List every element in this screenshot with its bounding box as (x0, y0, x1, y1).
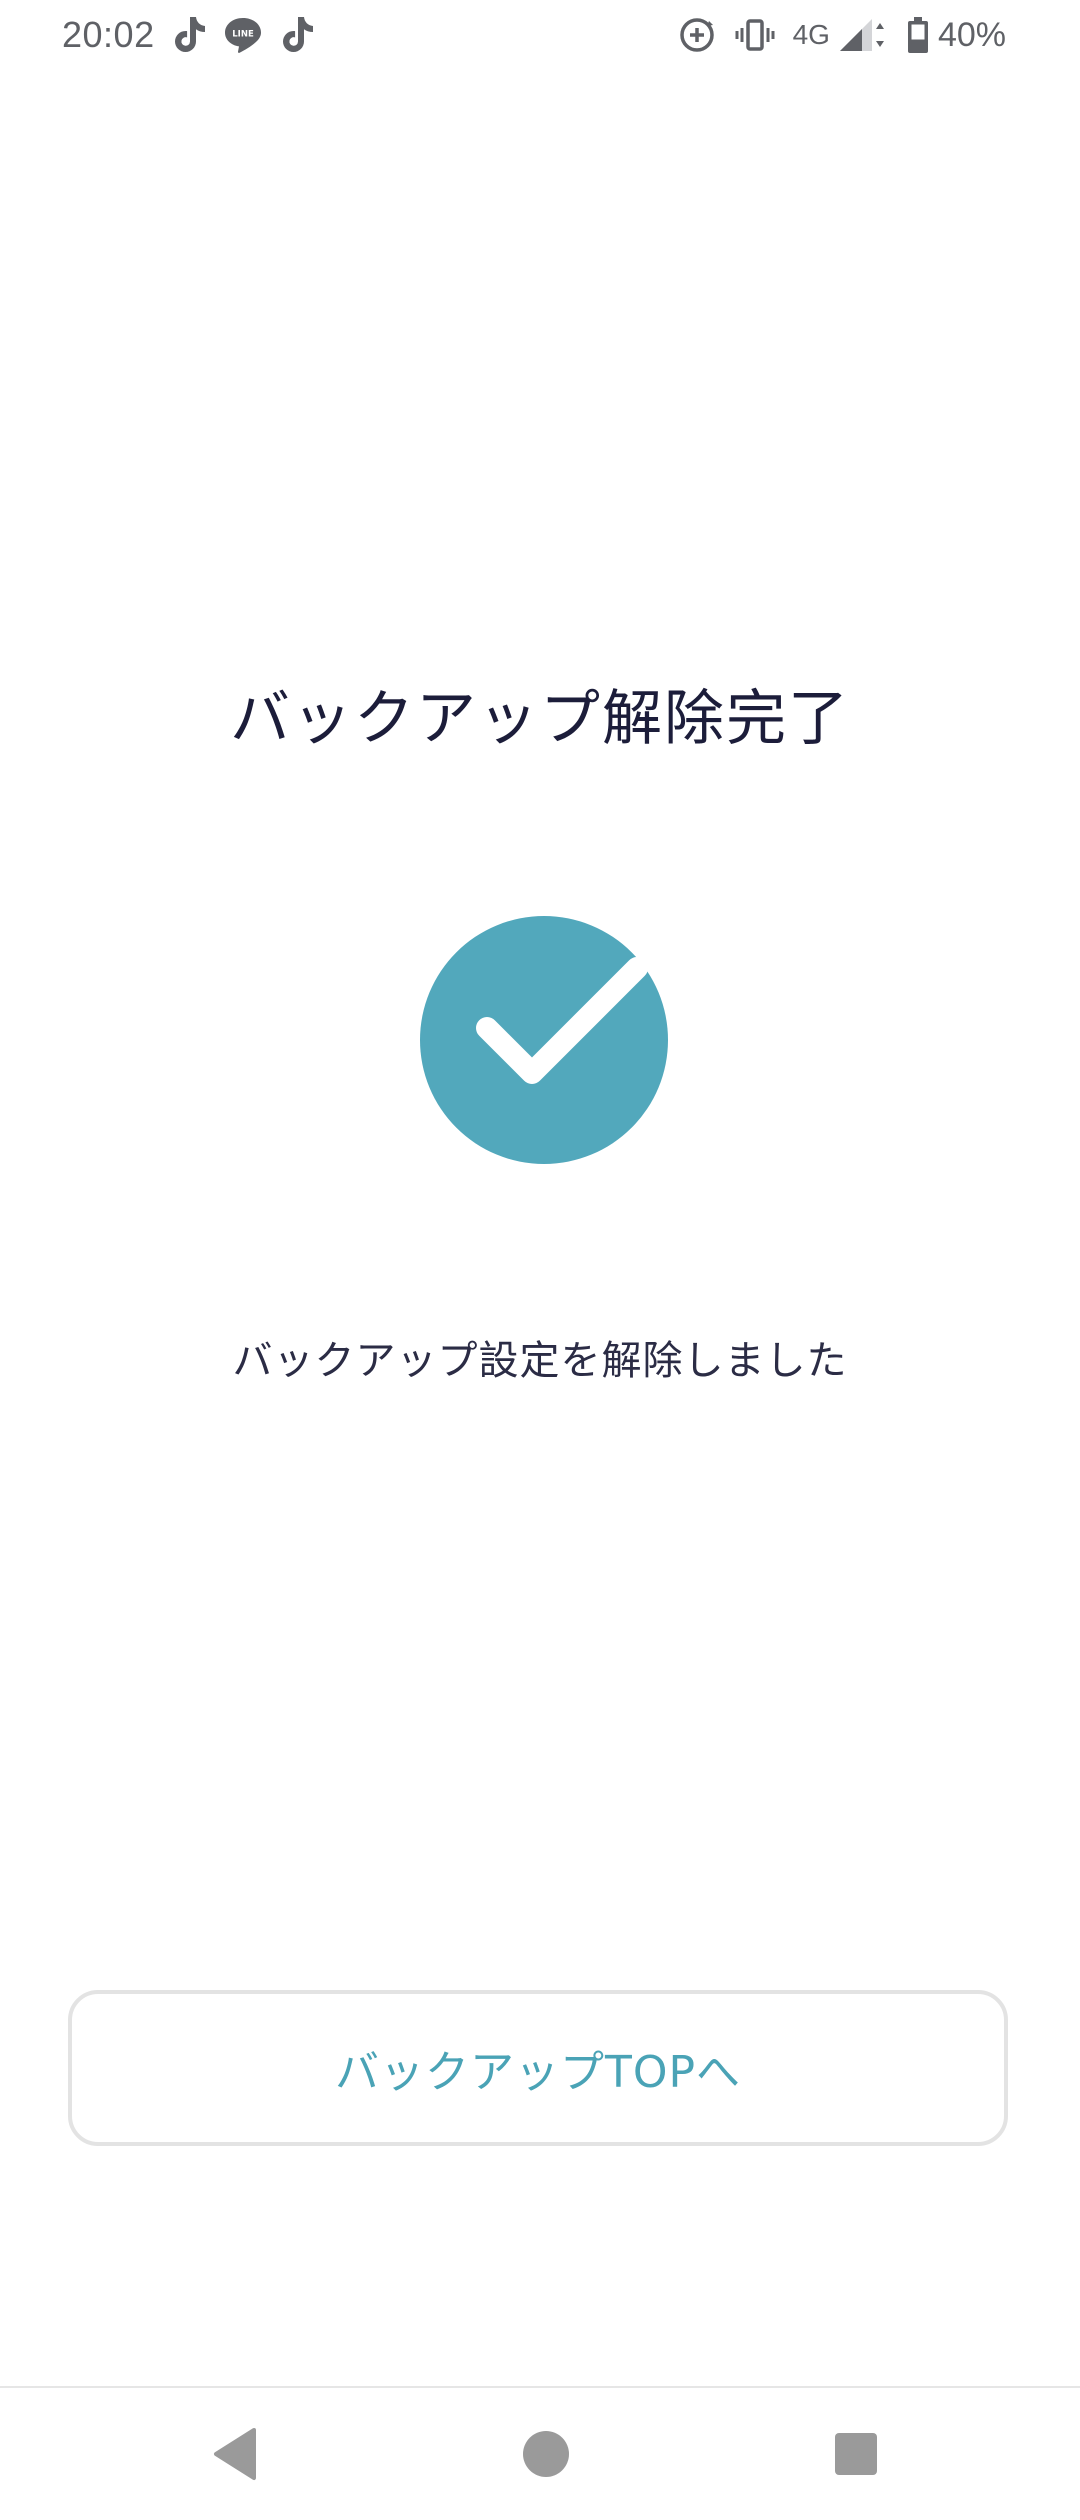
tiktok-icon (169, 15, 209, 55)
vibrate-icon (735, 15, 775, 55)
completion-message: バックアップ設定を解除しました (232, 1338, 848, 1384)
check-circle-icon (412, 908, 676, 1172)
status-bar: 20:02 LINE 4G 40% (0, 0, 1080, 70)
network-type: 4G (792, 19, 830, 50)
back-icon[interactable] (206, 2424, 266, 2484)
tiktok-icon (277, 15, 317, 55)
status-bar-left: 20:02 LINE (62, 12, 317, 58)
status-bar-right: 4G 40% (659, 12, 1006, 58)
navigation-bar (0, 2388, 1080, 2520)
backup-top-button[interactable]: バックアップTOPへ (68, 1990, 1008, 2146)
battery-percentage: 40% (937, 15, 1006, 54)
status-time: 20:02 (62, 14, 155, 55)
screen-rotation-icon (677, 15, 717, 55)
svg-text:LINE: LINE (232, 30, 254, 40)
line-icon: LINE (223, 15, 263, 55)
page-title: バックアップ解除完了 (230, 684, 850, 754)
battery-icon (906, 15, 930, 55)
home-icon[interactable] (516, 2424, 576, 2484)
recents-icon[interactable] (826, 2424, 886, 2484)
signal-icon (836, 15, 888, 55)
